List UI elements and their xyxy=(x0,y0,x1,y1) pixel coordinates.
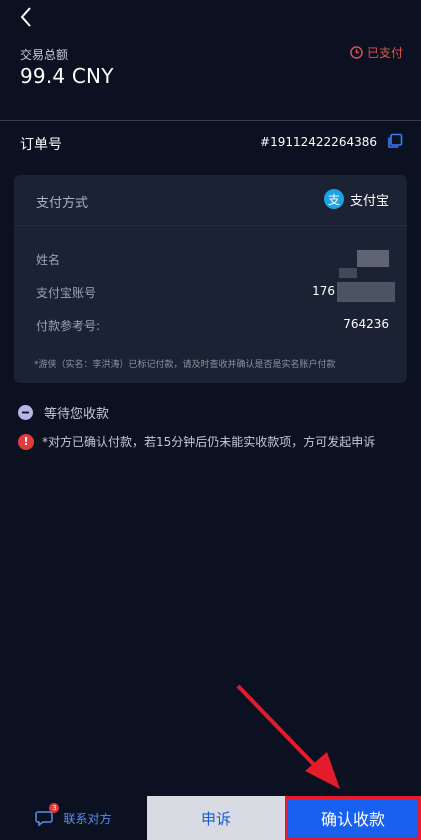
confirm-receipt-button[interactable]: 确认收款 xyxy=(285,796,421,840)
waiting-status: 等待您收款 xyxy=(18,403,109,422)
reference-value: 764236 xyxy=(343,317,389,331)
name-label: 姓名 xyxy=(36,253,61,267)
minus-circle-icon xyxy=(18,405,33,420)
exclamation-icon: ! xyxy=(18,433,34,450)
chat-icon: 3 xyxy=(35,803,60,828)
alipay-logo-icon: 支 xyxy=(323,189,344,209)
contact-counterparty-button[interactable]: 3 联系对方 xyxy=(0,796,147,840)
payment-notice: *游侠（实名：李洪涛）已标记付款，请及时查收并确认是否是实名账户付款 xyxy=(34,360,336,370)
payment-status: 已支付 xyxy=(350,44,403,61)
masked-name xyxy=(357,250,389,267)
back-arrow-icon xyxy=(20,7,31,27)
reference-label: 付款参考号: xyxy=(36,319,101,333)
copy-button[interactable] xyxy=(387,133,403,149)
warning-message: ! *对方已确认付款，若15分钟后仍未能实收款项，方可发起申诉 xyxy=(18,433,418,450)
alipay-account-label: 支付宝账号 xyxy=(36,286,97,300)
alipay-account-value: 176 xyxy=(312,284,335,298)
appeal-button[interactable]: 申诉 xyxy=(147,796,285,840)
payment-method: 支 支付宝 xyxy=(323,189,389,209)
status-text: 已支付 xyxy=(366,46,403,60)
clock-icon xyxy=(350,46,363,59)
order-number-label: 订单号 xyxy=(20,137,62,153)
total-amount-label: 交易总额 xyxy=(20,48,69,62)
masked-name-fragment xyxy=(339,268,357,278)
payment-method-card: 支付方式 支 支付宝 姓名 支付宝账号 176 付款参考号: 764236 *游… xyxy=(14,175,407,383)
unread-badge: 3 xyxy=(49,803,60,813)
copy-icon xyxy=(388,133,403,148)
header-divider xyxy=(0,120,421,121)
masked-account xyxy=(337,282,395,302)
order-number-value: #19112422264386 xyxy=(260,135,377,149)
payment-method-label: 支付方式 xyxy=(36,196,89,211)
contact-label: 联系对方 xyxy=(63,811,112,826)
total-amount-value: 99.4 CNY xyxy=(20,64,114,88)
card-divider xyxy=(14,225,407,226)
warning-text: *对方已确认付款，若15分钟后仍未能实收款项，方可发起申诉 xyxy=(42,435,376,449)
payment-method-name: 支付宝 xyxy=(349,193,389,209)
bottom-action-bar: 3 联系对方 申诉 确认收款 xyxy=(0,796,421,840)
back-button[interactable] xyxy=(14,4,38,30)
waiting-text: 等待您收款 xyxy=(44,407,110,422)
